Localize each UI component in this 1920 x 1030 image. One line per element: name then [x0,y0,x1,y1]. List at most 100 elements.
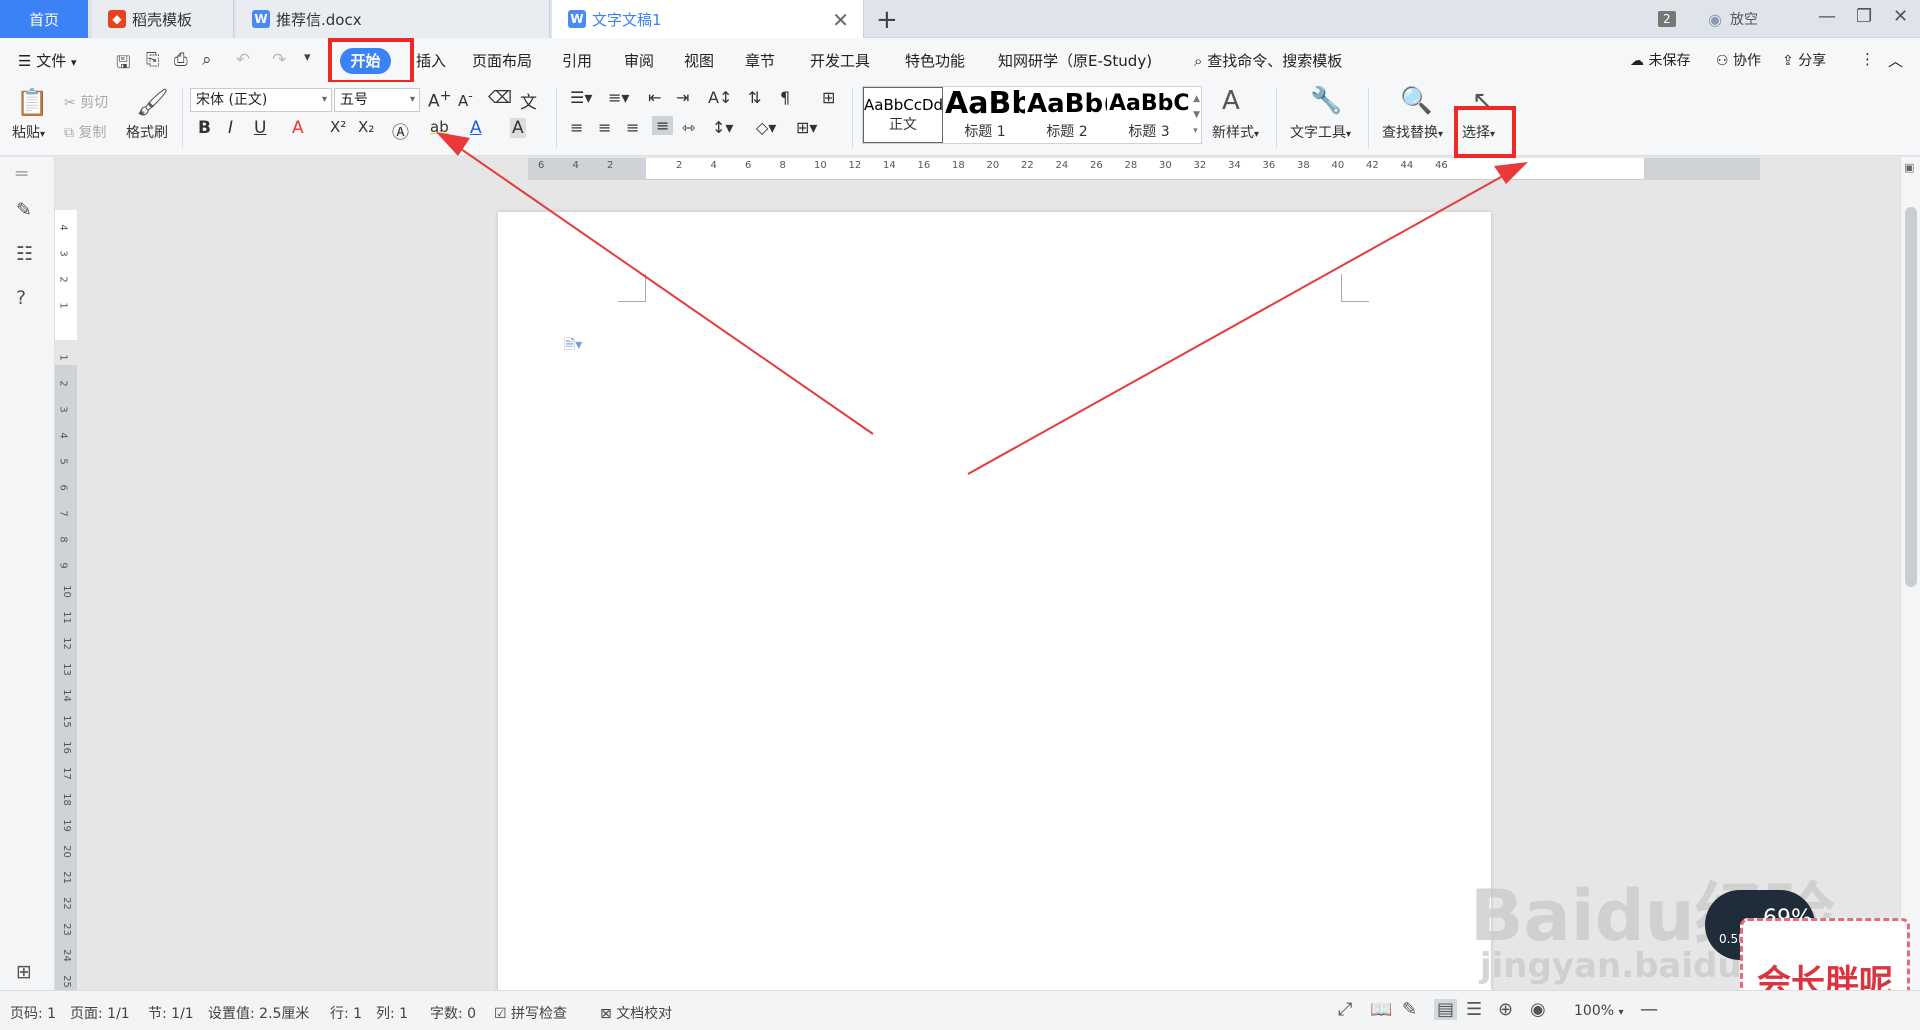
more-icon[interactable]: ⋮ [1860,50,1875,68]
col-position[interactable]: 列: 1 [376,1003,408,1023]
tab-page-layout[interactable]: 页面布局 [472,50,532,71]
minimize-icon[interactable]: — [1818,6,1836,27]
align-center-icon[interactable]: ≡ [598,118,611,137]
fullscreen-icon[interactable]: ⤢ [1338,999,1352,1020]
shrink-font-icon[interactable]: A- [458,88,473,110]
split-icon[interactable]: ▣ [1904,161,1914,174]
text-tools-button[interactable]: 文字工具▾ [1290,122,1351,142]
strikethrough-icon[interactable]: A [292,118,304,138]
subscript-icon[interactable]: X₂ [358,118,374,136]
bullet-list-icon[interactable]: ☰▾ [570,88,592,107]
collapse-ribbon-icon[interactable]: ︿ [1888,50,1903,71]
window-count[interactable]: 2 [1658,0,1676,38]
outline-view-icon[interactable]: ☰ [1466,999,1482,1020]
tab-insert[interactable]: 插入 [416,50,446,71]
file-menu[interactable]: ☰ 文件 ▾ [18,50,77,71]
increase-indent-icon[interactable]: ⇥ [676,88,689,107]
tab-view[interactable]: 视图 [684,50,714,71]
unsaved-status[interactable]: ☁ 未保存 [1630,50,1690,70]
apps-grid-icon[interactable]: ⊞ [16,961,32,983]
style-heading2[interactable]: AaBb( 标题 2 [1027,87,1107,143]
find-replace-button[interactable]: 查找替换▾ [1382,122,1443,142]
style-heading3[interactable]: AaBbC( 标题 3 [1109,87,1189,143]
distribute-icon[interactable]: ⇿ [682,118,695,137]
tab-section[interactable]: 章节 [745,50,775,71]
undo-icon[interactable]: ↶ [236,50,250,70]
tab-recommend-letter[interactable]: W 推荐信.docx [236,0,550,38]
zoom-level[interactable]: 100% ▾ [1574,1003,1624,1019]
tab-cnki[interactable]: 知网研学（原E-Study) [998,50,1152,71]
paste-icon[interactable]: 📋 [16,88,48,118]
setting-value[interactable]: 设置值: 2.5厘米 [208,1003,309,1023]
drag-handle-icon[interactable]: ═ [16,163,27,185]
edit-pen-icon[interactable]: ✎ [1402,999,1417,1020]
restore-icon[interactable]: ❐ [1856,6,1872,27]
font-color-icon[interactable]: A [470,118,482,138]
font-size-select[interactable]: 五号 ▾ [334,88,420,112]
redo-icon[interactable]: ↷ [272,50,286,70]
italic-icon[interactable]: I [228,118,233,138]
tab-docer[interactable]: ◆ 稻壳模板 [92,0,234,38]
web-view-icon[interactable]: ⊕ [1498,999,1513,1020]
horizontal-ruler[interactable]: 6 4 2 2 4 6 8 10 12 14 16 18 20 22 24 26 28 30 32 34 36 38 40 4… [528,158,1760,180]
tab-reference[interactable]: 引用 [562,50,592,71]
save-icon[interactable]: 🖫 [116,50,130,79]
paragraph-options-icon[interactable]: 🗎▾ [564,334,582,358]
collab-button[interactable]: ⚇ 协作 [1716,50,1761,70]
read-mode-icon[interactable]: 📖 [1370,999,1392,1020]
section-count[interactable]: 节: 1/1 [148,1003,194,1023]
spell-check-button[interactable]: ☑ 拼写检查 [494,1003,567,1023]
format-painter-button[interactable]: 格式刷 [126,122,168,142]
document-page[interactable]: 🗎▾ [498,212,1491,992]
borders-icon[interactable]: ⊞▾ [796,118,817,137]
share-button[interactable]: ⇪ 分享 [1782,50,1826,70]
command-search[interactable]: ⌕ 查找命令、搜索模板 [1194,50,1342,71]
grow-font-icon[interactable]: A+ [428,88,452,112]
underline-icon[interactable]: U [254,118,266,138]
word-count[interactable]: 字数: 0 [430,1003,476,1023]
char-shading-icon[interactable]: A [510,118,526,138]
bold-icon[interactable]: B [198,118,211,138]
highlight-color-icon[interactable]: ab [430,118,449,136]
chinese-layout-icon[interactable]: A↕ [708,88,732,107]
new-style-icon[interactable]: A [1222,86,1240,116]
page-number[interactable]: 页码: 1 [10,1003,56,1023]
print-preview-icon[interactable]: ⌕ [202,50,212,70]
proofread-button[interactable]: ⊠ 文档校对 [600,1003,672,1023]
style-heading1[interactable]: AaBb 标题 1 [945,87,1025,143]
zoom-out-button[interactable]: — [1640,999,1658,1020]
copy-button[interactable]: ⧉ 复制 [64,122,106,142]
close-tab-icon[interactable]: ✕ [832,8,849,32]
magnifier-icon[interactable]: 🔍 [1400,86,1432,116]
help-icon[interactable]: ? [16,287,26,309]
user-account[interactable]: ◉ 放空 [1708,0,1758,38]
settings-sliders-icon[interactable]: ☷ [16,243,33,265]
line-spacing-icon[interactable]: ↕▾ [712,118,733,137]
vertical-ruler[interactable]: 4 3 2 1 1 2 3 4 5 6 7 8 9 10 11 12 13 14 15 16 17 18 19 20 21 22 2… [55,210,77,990]
new-tab-button[interactable]: + [876,5,898,35]
tab-home[interactable]: 首页 [0,0,88,38]
tab-features[interactable]: 特色功能 [905,50,965,71]
decrease-indent-icon[interactable]: ⇤ [648,88,661,107]
page-count[interactable]: 页面: 1/1 [70,1003,130,1023]
font-name-select[interactable]: 宋体 (正文) ▾ [190,88,332,112]
styles-scroll-icon[interactable]: ▲ ▼ ▾ [1193,91,1200,139]
superscript-icon[interactable]: X² [330,118,346,136]
close-window-icon[interactable]: ✕ [1893,6,1908,27]
style-normal[interactable]: AaBbCcDd 正文 [863,87,943,143]
wrench-icon[interactable]: 🔧 [1310,86,1342,116]
numbered-list-icon[interactable]: ≡▾ [608,88,629,107]
paste-button[interactable]: 粘贴▾ [12,122,45,142]
page-view-icon[interactable]: ▤ [1434,999,1458,1020]
justify-icon[interactable]: ≡ [652,116,674,135]
sort-icon[interactable]: ⇅ [748,88,761,107]
tab-document1[interactable]: W 文字文稿1 ✕ [552,0,864,38]
phonetic-icon[interactable]: 文 [520,88,537,113]
print-icon[interactable]: ⎙ [174,50,188,70]
clear-format-icon[interactable]: ⌫ [488,88,512,108]
tab-review[interactable]: 审阅 [624,50,654,71]
eye-care-icon[interactable]: ◉ [1530,999,1546,1020]
vertical-scrollbar[interactable]: ▣ [1900,157,1920,990]
shading-icon[interactable]: ◇▾ [756,118,776,137]
cut-button[interactable]: ✂ 剪切 [64,92,108,112]
